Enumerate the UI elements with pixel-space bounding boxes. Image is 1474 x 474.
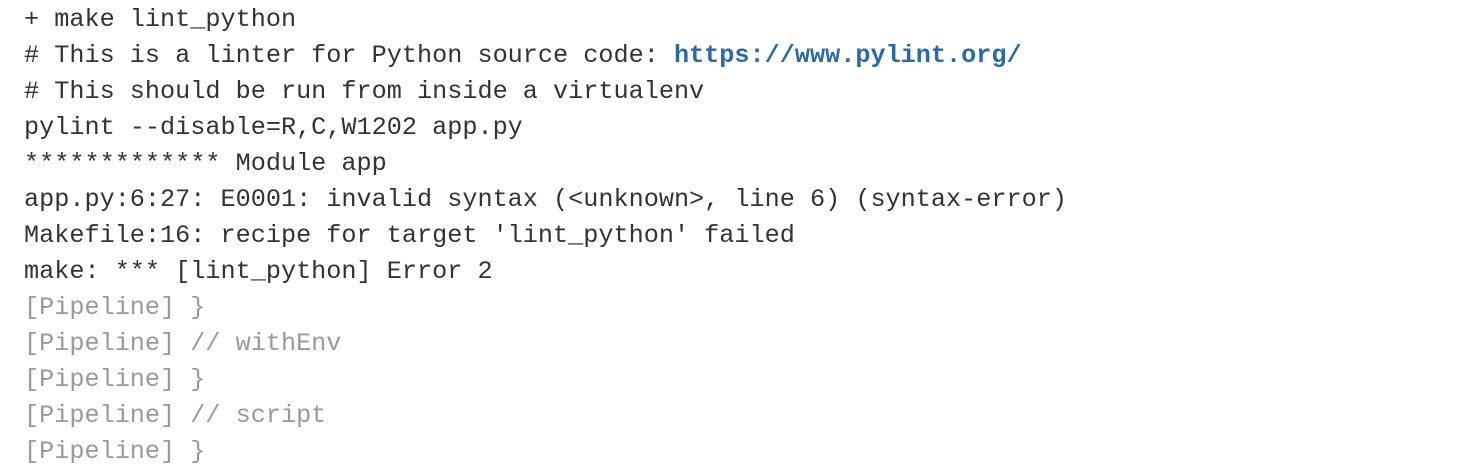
console-output: + make lint_python # This is a linter for… (0, 0, 1474, 470)
console-line: + make lint_python (24, 5, 297, 34)
console-line: make: *** [lint_python] Error 2 (24, 257, 493, 286)
console-line: # This should be run from inside a virtu… (24, 77, 705, 106)
pipeline-line: [Pipeline] // script (24, 401, 327, 430)
console-line: ************* Module app (24, 149, 387, 178)
console-line: pylint --disable=R,C,W1202 app.py (24, 113, 523, 142)
pipeline-line: [Pipeline] } (24, 437, 206, 466)
pipeline-line: [Pipeline] } (24, 293, 206, 322)
console-line: Makefile:16: recipe for target 'lint_pyt… (24, 221, 795, 250)
error-line: app.py:6:27: E0001: invalid syntax (<unk… (24, 185, 1067, 214)
pylint-link[interactable]: https://www.pylint.org/ (674, 41, 1022, 70)
console-line-text: # This is a linter for Python source cod… (24, 41, 674, 70)
pipeline-line: [Pipeline] } (24, 365, 206, 394)
pipeline-line: [Pipeline] // withEnv (24, 329, 342, 358)
console-line: # This is a linter for Python source cod… (24, 38, 1474, 74)
